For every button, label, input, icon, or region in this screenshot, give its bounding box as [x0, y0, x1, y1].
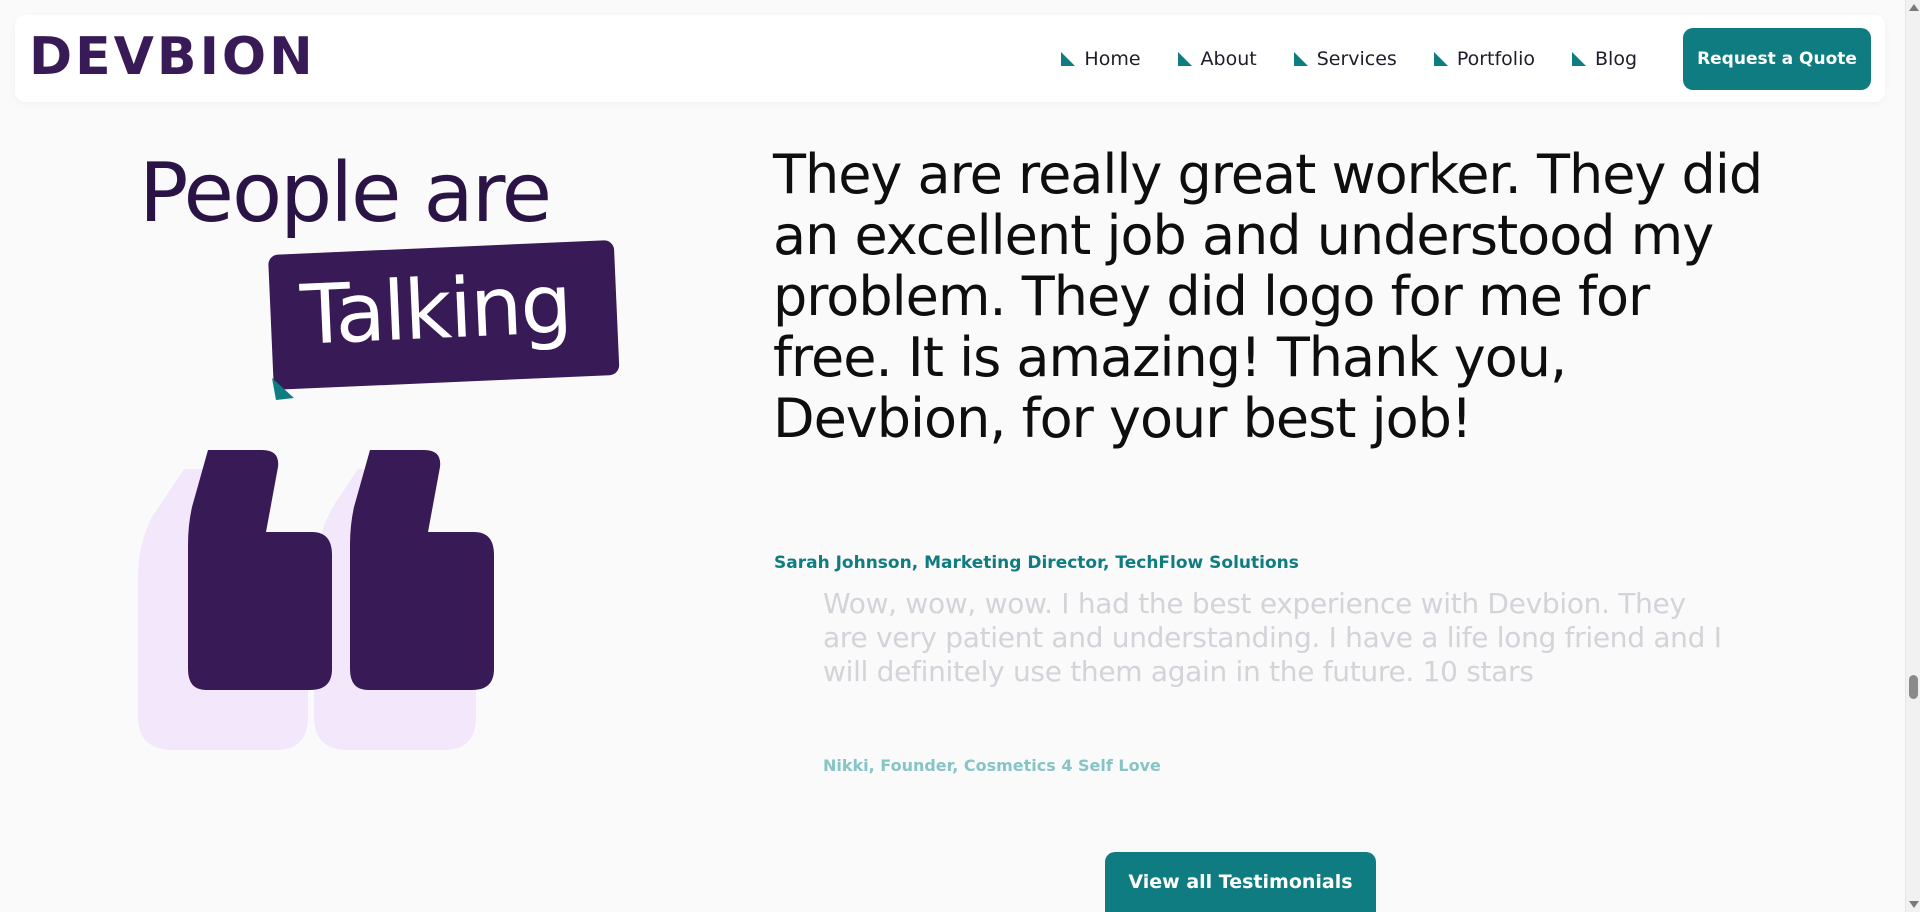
talking-highlight-text: Talking	[298, 256, 573, 364]
active-testimonial-text: They are really great worker. They did a…	[773, 143, 1763, 450]
triangle-bullet-icon	[1061, 51, 1076, 66]
request-quote-button[interactable]: Request a Quote	[1683, 28, 1871, 90]
triangle-bullet-icon	[1293, 51, 1308, 66]
section-heading: People are	[139, 146, 552, 241]
corner-accent-icon	[272, 378, 294, 400]
nav-label: Blog	[1595, 47, 1637, 70]
triangle-bullet-icon	[1433, 51, 1448, 66]
nav-label: Services	[1316, 47, 1397, 70]
logo-text: DEVBION	[29, 27, 316, 87]
page: DEVBION Home About Services Portfolio Bl…	[0, 0, 1920, 912]
nav-item-about[interactable]: About	[1177, 47, 1257, 70]
site-header: DEVBION Home About Services Portfolio Bl…	[15, 15, 1885, 102]
next-testimonial-author: Nikki, Founder, Cosmetics 4 Self Love	[823, 756, 1161, 775]
nav-item-home[interactable]: Home	[1061, 47, 1141, 70]
nav-label: Portfolio	[1456, 47, 1535, 70]
devbion-logo[interactable]: DEVBION	[29, 27, 319, 87]
page-scrollbar[interactable]	[1905, 0, 1920, 912]
scrollbar-thumb[interactable]	[1909, 675, 1918, 699]
quote-mark-icon	[138, 450, 494, 750]
nav-item-portfolio[interactable]: Portfolio	[1433, 47, 1535, 70]
main-nav: Home About Services Portfolio Blog	[1061, 15, 1637, 102]
nav-label: About	[1200, 47, 1257, 70]
triangle-bullet-icon	[1177, 51, 1192, 66]
view-all-testimonials-button[interactable]: View all Testimonials	[1105, 852, 1376, 912]
scroll-up-arrow-icon[interactable]	[1909, 4, 1919, 11]
nav-label: Home	[1084, 47, 1141, 70]
triangle-bullet-icon	[1572, 51, 1586, 66]
next-testimonial-text: Wow, wow, wow. I had the best experience…	[823, 587, 1722, 688]
active-testimonial-author: Sarah Johnson, Marketing Director, TechF…	[774, 553, 1299, 573]
scroll-down-arrow-icon[interactable]	[1909, 901, 1919, 908]
talking-highlight: Talking	[268, 239, 620, 390]
nav-item-blog[interactable]: Blog	[1572, 48, 1637, 70]
nav-item-services[interactable]: Services	[1293, 47, 1397, 70]
